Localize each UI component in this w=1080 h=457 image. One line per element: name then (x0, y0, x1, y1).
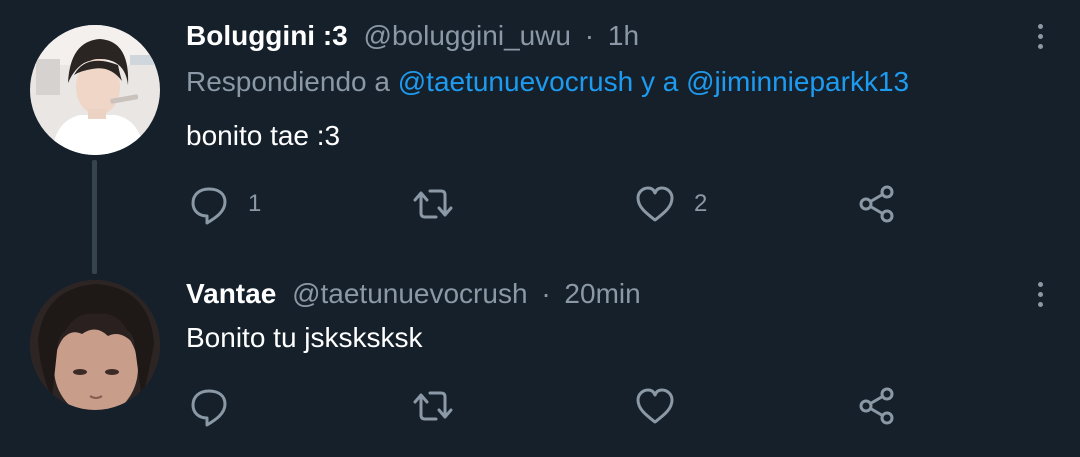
share-button[interactable] (856, 182, 898, 226)
reply-count: 1 (248, 190, 262, 217)
display-name[interactable]: Vantae (186, 278, 276, 309)
retweet-button[interactable] (412, 182, 454, 226)
tweet-header: Boluggini :3 @boluggini_uwu · 1h (186, 20, 639, 52)
mention-link[interactable]: @jiminnieparkk13 (686, 66, 909, 97)
timestamp[interactable]: 20min (564, 278, 640, 309)
retweet-icon (413, 189, 453, 219)
tweet-vantae[interactable]: Vantae @taetunuevocrush · 20min Bonito t… (0, 262, 1080, 457)
more-options-button[interactable] (1030, 272, 1050, 316)
tweet-actions (186, 384, 906, 428)
retweet-icon (413, 391, 453, 421)
heart-icon (636, 388, 674, 424)
timestamp[interactable]: 1h (608, 20, 639, 51)
share-icon (859, 387, 894, 425)
tweet-text: Bonito tu jsksksksk (186, 322, 423, 353)
replying-to-label: Respondiendo a (186, 66, 390, 97)
more-vertical-icon (1037, 23, 1043, 29)
reply-button[interactable]: 1 (188, 182, 261, 226)
replying-to: Respondiendo a @taetunuevocrush y a @jim… (186, 66, 909, 98)
separator-dot: · (541, 278, 551, 309)
retweet-button[interactable] (412, 384, 454, 428)
tweet-header: Vantae @taetunuevocrush · 20min (186, 278, 641, 310)
avatar[interactable] (30, 25, 160, 155)
more-options-button[interactable] (1030, 14, 1050, 58)
handle[interactable]: @taetunuevocrush (292, 278, 527, 309)
tweet-actions: 1 2 (186, 182, 906, 226)
like-button[interactable] (634, 384, 676, 428)
tweet-text: bonito tae :3 (186, 120, 341, 151)
avatar[interactable] (30, 280, 160, 410)
mention-link[interactable]: @taetunuevocrush (398, 66, 633, 97)
replying-joiner: y a (640, 66, 679, 97)
comment-icon (191, 389, 227, 427)
share-button[interactable] (856, 384, 898, 428)
separator-dot: · (584, 20, 595, 51)
like-button[interactable]: 2 (634, 182, 707, 226)
handle[interactable]: @boluggini_uwu (364, 20, 571, 51)
tweet-boluggini[interactable]: Boluggini :3 @boluggini_uwu · 1h Respond… (0, 0, 1080, 274)
avatar-image (30, 25, 160, 155)
more-vertical-icon (1037, 281, 1043, 287)
comment-icon (191, 187, 227, 225)
avatar-image (30, 280, 160, 410)
display-name[interactable]: Boluggini :3 (186, 20, 348, 51)
like-count: 2 (694, 190, 708, 217)
reply-button[interactable] (188, 384, 248, 428)
share-icon (859, 185, 894, 223)
heart-icon (636, 186, 674, 222)
thread-line (92, 160, 97, 274)
